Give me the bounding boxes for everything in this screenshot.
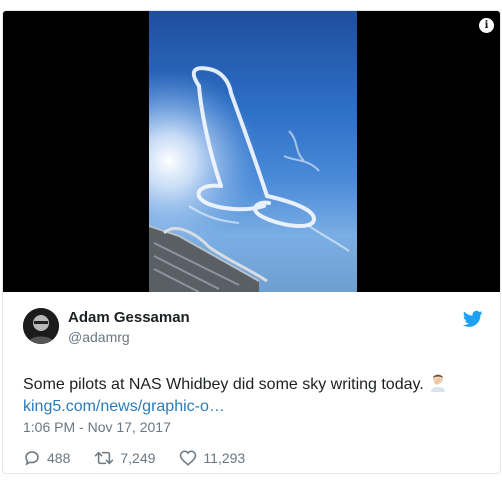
reply-action[interactable]: 488 <box>23 449 70 467</box>
retweet-icon <box>95 451 114 465</box>
tweet-timestamp[interactable]: 1:06 PM - Nov 17, 2017 <box>23 419 171 435</box>
like-count: 11,293 <box>203 450 246 466</box>
twitter-bird-icon[interactable] <box>463 310 483 328</box>
tweet-text: Some pilots at NAS Whidbey did some sky … <box>23 372 483 418</box>
tweet-link[interactable]: king5.com/news/graphic-o… <box>23 396 483 418</box>
tweet-body: Some pilots at NAS Whidbey did some sky … <box>23 376 424 393</box>
video-frame <box>149 11 357 292</box>
like-action[interactable]: 11,293 <box>179 449 245 467</box>
tweet-actions: 488 7,249 11,293 <box>23 447 269 469</box>
avatar-portrait <box>23 308 59 344</box>
person-facepalming-emoji <box>430 374 445 392</box>
author-name[interactable]: Adam Gessaman <box>68 309 190 326</box>
author-handle[interactable]: @adamrg <box>68 329 130 345</box>
avatar[interactable] <box>23 308 59 344</box>
reply-count: 488 <box>47 450 71 466</box>
heart-icon <box>180 450 197 466</box>
retweet-action[interactable]: 7,249 <box>94 449 155 467</box>
tweet-author: Adam Gessaman @adamrg <box>23 308 483 348</box>
tweet-card: i Adam Gessaman @adamrg Some pilots at N… <box>2 10 501 474</box>
retweet-count: 7,249 <box>120 450 156 466</box>
info-icon[interactable]: i <box>479 18 494 33</box>
reply-icon <box>25 451 39 466</box>
sky-photo <box>149 11 357 292</box>
tweet-video[interactable]: i <box>3 11 500 292</box>
